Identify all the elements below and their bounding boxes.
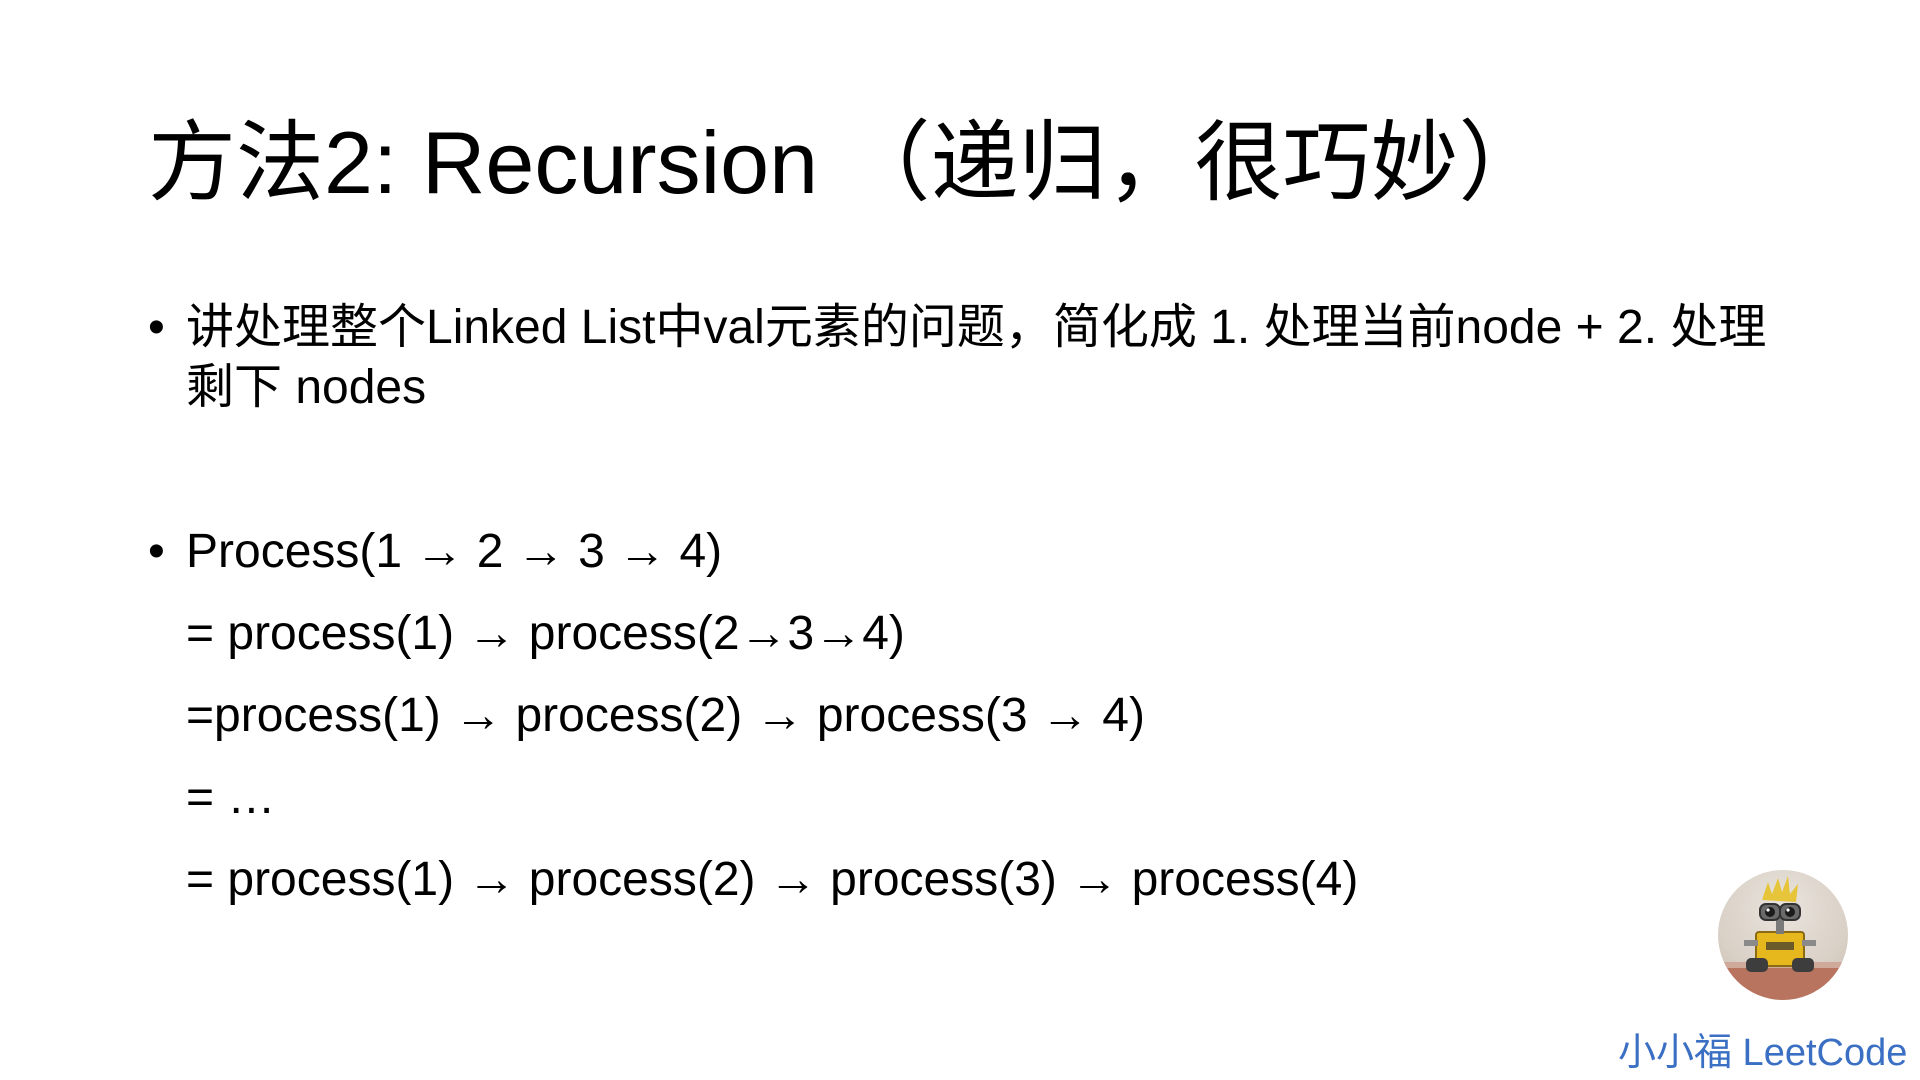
continuation-line: = … [186, 771, 276, 824]
slide-title: 方法2: Recursion （递归，很巧妙） [148, 113, 1547, 212]
bullet-item: • Process(1 → 2 → 3 → 4) [148, 522, 1808, 582]
robot-avatar-icon [1718, 870, 1848, 1000]
bullet-symbol: • [148, 301, 165, 354]
bullet-item: • 讲处理整个Linked List中val元素的问题，简化成 1. 处理当前n… [148, 298, 1808, 428]
bullet-symbol: • [148, 525, 165, 578]
continuation-line: = process(1) → process(2) → process(3) →… [186, 853, 1359, 906]
bullet-text: 讲处理整个Linked List中val元素的问题，简化成 1. 处理当前nod… [186, 301, 1767, 414]
continuation-line: =process(1) → process(2) → process(3 → 4… [186, 689, 1145, 742]
bullet-text: Process(1 → 2 → 3 → 4) [186, 525, 723, 578]
slide: 方法2: Recursion （递归，很巧妙） • 讲处理整个Linked Li… [0, 0, 1920, 1080]
continuation-line: = process(1) → process(2→3→4) [186, 607, 905, 660]
brand-label: 小小福 LeetCode [1618, 1032, 1908, 1074]
